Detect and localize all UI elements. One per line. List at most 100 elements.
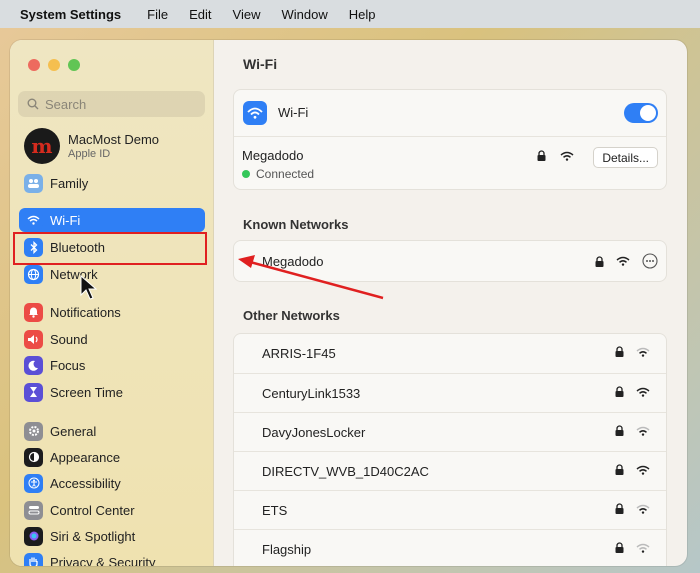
sidebar-item-label: Control Center (50, 502, 135, 518)
lock-icon (537, 150, 546, 161)
wifi-toggle[interactable] (624, 103, 658, 123)
lock-icon (595, 255, 604, 267)
sidebar: Search m MacMost Demo Apple ID Family Wi… (10, 40, 214, 566)
search-placeholder: Search (45, 96, 87, 112)
current-network-row: Megadodo Connected Details... (234, 136, 666, 189)
account-subtitle: Apple ID (68, 148, 111, 160)
sidebar-item-label: Sound (50, 331, 88, 347)
sidebar-item-control-center[interactable]: Control Center (19, 498, 205, 522)
network-name: Flagship (262, 541, 312, 557)
sidebar-item-screen-time[interactable]: Screen Time (19, 380, 205, 404)
sidebar-item-privacy[interactable]: Privacy & Security (19, 550, 205, 566)
other-network-row[interactable]: ETS (234, 490, 666, 529)
sidebar-item-notifications[interactable]: Notifications (19, 300, 205, 324)
zoom-button[interactable] (68, 59, 80, 71)
details-button[interactable]: Details... (593, 147, 658, 168)
other-network-row[interactable]: DIRECTV_WVB_1D40C2AC (234, 451, 666, 490)
lock-icon (615, 503, 624, 514)
sidebar-item-label: Focus (50, 357, 86, 373)
lock-icon (615, 464, 624, 475)
lock-icon (615, 425, 624, 436)
bluetooth-highlight-box (13, 232, 207, 265)
sidebar-item-siri[interactable]: Siri & Spotlight (19, 524, 205, 548)
sidebar-item-label: Screen Time (50, 384, 123, 400)
sidebar-item-label: Appearance (50, 449, 121, 465)
other-network-row[interactable]: DavyJonesLocker (234, 412, 666, 451)
network-name: Megadodo (262, 253, 324, 269)
current-network-name: Megadodo (242, 148, 304, 163)
sidebar-item-label: General (50, 423, 97, 439)
hourglass-icon (24, 382, 43, 402)
avatar: m (24, 128, 60, 164)
sidebar-item-appearance[interactable]: Appearance (19, 445, 205, 469)
sidebar-item-sound[interactable]: Sound (19, 327, 205, 351)
sidebar-item-network[interactable]: Network (19, 262, 205, 286)
wifi-signal-icon (636, 347, 650, 357)
known-networks-title: Known Networks (243, 217, 349, 232)
network-name: ETS (262, 502, 288, 518)
wifi-signal-icon (636, 504, 650, 514)
menu-view[interactable]: View (233, 7, 261, 22)
bell-icon (24, 302, 43, 322)
known-network-row[interactable]: Megadodo (234, 241, 666, 281)
page-title: Wi-Fi (243, 56, 278, 72)
search-input[interactable]: Search (18, 91, 205, 117)
menu-bar: System Settings File Edit View Window He… (0, 0, 700, 28)
sidebar-item-accessibility[interactable]: Accessibility (19, 471, 205, 495)
more-options-icon[interactable] (642, 253, 658, 269)
network-name: DavyJonesLocker (262, 424, 366, 440)
network-name: ARRIS-1F45 (262, 346, 336, 361)
wifi-icon (24, 210, 43, 230)
sidebar-item-general[interactable]: General (19, 419, 205, 443)
sidebar-item-label: Siri & Spotlight (50, 528, 136, 544)
sidebar-item-label: Network (50, 266, 98, 282)
sidebar-item-label: Notifications (50, 304, 121, 320)
wifi-toggle-label: Wi-Fi (278, 105, 309, 120)
known-networks-card: Megadodo (233, 240, 667, 282)
settings-window: Search m MacMost Demo Apple ID Family Wi… (10, 40, 687, 566)
connected-status-dot (242, 170, 250, 178)
other-networks-card: ARRIS-1F45 CenturyLink1533 DavyJonesLock… (233, 333, 667, 566)
connection-status: Connected (256, 167, 315, 181)
menu-help[interactable]: Help (349, 7, 376, 22)
wifi-signal-icon (636, 465, 650, 475)
moon-icon (24, 355, 43, 375)
speaker-icon (24, 329, 43, 349)
search-icon (27, 98, 39, 110)
menu-edit[interactable]: Edit (189, 7, 211, 22)
accessibility-icon (24, 473, 43, 493)
sidebar-item-family[interactable]: Family (19, 171, 205, 195)
account-name: MacMost Demo (68, 132, 160, 147)
other-network-row[interactable]: Flagship (234, 529, 666, 566)
close-button[interactable] (28, 59, 40, 71)
wifi-icon (243, 101, 267, 125)
lock-icon (615, 386, 624, 397)
menu-window[interactable]: Window (281, 7, 327, 22)
network-name: CenturyLink1533 (262, 385, 361, 401)
sidebar-item-label: Family (50, 175, 89, 191)
hand-icon (24, 552, 43, 566)
apple-id-account[interactable]: m MacMost Demo Apple ID (24, 128, 159, 164)
sidebar-item-label: Privacy & Security (50, 554, 156, 567)
sidebar-item-label: Accessibility (50, 475, 121, 491)
wifi-signal-icon (616, 256, 630, 266)
wifi-signal-icon (636, 387, 650, 397)
wifi-card: Wi-Fi Megadodo Connected Details... (233, 89, 667, 190)
other-network-row[interactable]: ARRIS-1F45 (234, 334, 666, 373)
menu-app-name[interactable]: System Settings (20, 7, 121, 22)
menu-file[interactable]: File (147, 7, 168, 22)
wifi-toggle-row: Wi-Fi (234, 90, 666, 136)
window-controls (28, 59, 80, 71)
main-pane: Wi-Fi Wi-Fi Megadodo Connected Details..… (215, 40, 687, 566)
lock-icon (615, 346, 624, 357)
minimize-button[interactable] (48, 59, 60, 71)
wifi-signal-icon (636, 426, 650, 436)
wifi-signal-icon (560, 151, 574, 161)
sidebar-item-focus[interactable]: Focus (19, 353, 205, 377)
lock-icon (615, 542, 624, 553)
other-networks-title: Other Networks (243, 308, 340, 323)
sidebar-item-wifi[interactable]: Wi-Fi (19, 208, 205, 232)
control-center-icon (24, 500, 43, 520)
other-network-row[interactable]: CenturyLink1533 (234, 373, 666, 412)
family-icon (24, 173, 43, 193)
